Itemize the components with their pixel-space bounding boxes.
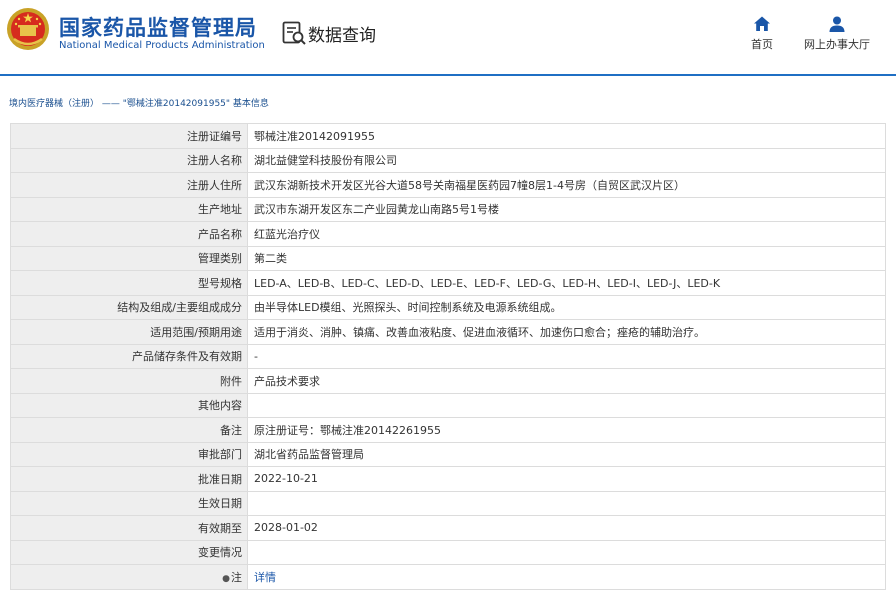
- home-icon: [754, 16, 770, 31]
- detail-row: 批准日期 2022-10-21: [10, 466, 886, 492]
- detail-row: 其他内容: [10, 392, 886, 418]
- detail-row: 生产地址 武汉市东湖开发区东二产业园黄龙山南路5号1号楼: [10, 196, 886, 222]
- field-label: 结构及组成/主要组成成分: [10, 294, 248, 320]
- detail-row: 注册人名称 湖北益健堂科技股份有限公司: [10, 147, 886, 173]
- note-label-cell: ●注: [10, 564, 248, 590]
- details-link[interactable]: 详情: [254, 571, 276, 584]
- detail-row: 结构及组成/主要组成成分 由半导体LED模组、光照探头、时间控制系统及电源系统组成…: [10, 294, 886, 320]
- note-value-cell: 详情: [247, 564, 886, 590]
- detail-row: 审批部门 湖北省药品监督管理局: [10, 441, 886, 467]
- field-value: 适用于消炎、消肿、镇痛、改善血液粘度、促进血液循环、加速伤口愈合；痤疮的辅助治疗…: [247, 319, 886, 345]
- field-label: 型号规格: [10, 270, 248, 296]
- detail-row: 有效期至 2028-01-02: [10, 515, 886, 541]
- field-value: 产品技术要求: [247, 368, 886, 394]
- document-search-icon: [282, 21, 306, 45]
- field-value: [247, 490, 886, 516]
- field-value: 原注册证号：鄂械注准20142261955: [247, 417, 886, 443]
- nav-online-hall-label: 网上办事大厅: [804, 38, 870, 51]
- field-value: 湖北省药品监督管理局: [247, 441, 886, 467]
- field-label: 备注: [10, 417, 248, 443]
- field-label: 适用范围/预期用途: [10, 319, 248, 345]
- field-value: 2028-01-02: [247, 515, 886, 541]
- detail-row: 管理类别 第二类: [10, 245, 886, 271]
- field-label: 产品名称: [10, 221, 248, 247]
- field-value: 由半导体LED模组、光照探头、时间控制系统及电源系统组成。: [247, 294, 886, 320]
- detail-row: 生效日期: [10, 490, 886, 516]
- field-value: 湖北益健堂科技股份有限公司: [247, 147, 886, 173]
- field-value: 鄂械注准20142091955: [247, 123, 886, 149]
- detail-row: 产品储存条件及有效期 -: [10, 343, 886, 369]
- field-value: [247, 392, 886, 418]
- field-label: 变更情况: [10, 539, 248, 565]
- site-title: 国家药品监督管理局: [59, 16, 257, 40]
- section-title: 数据查询: [308, 26, 376, 46]
- nav-home-label: 首页: [751, 38, 773, 51]
- marker-icon: ●: [222, 573, 230, 584]
- breadcrumb: 境内医疗器械（注册） —— "鄂械注准20142091955" 基本信息: [9, 96, 269, 109]
- registration-detail-table: 注册证编号 鄂械注准20142091955 注册人名称 湖北益健堂科技股份有限公司 注册…: [10, 123, 886, 590]
- field-label: 注册证编号: [10, 123, 248, 149]
- detail-row: 注册证编号 鄂械注准20142091955: [10, 123, 886, 149]
- field-label: 生产地址: [10, 196, 248, 222]
- breadcrumb-current: "鄂械注准20142091955" 基本信息: [122, 99, 269, 109]
- field-value: -: [247, 343, 886, 369]
- field-label: 注册人住所: [10, 172, 248, 198]
- field-label: 注册人名称: [10, 147, 248, 173]
- site-subtitle: National Medical Products Administration: [59, 40, 265, 51]
- note-row: ●注 详情: [10, 564, 886, 590]
- breadcrumb-separator: ——: [101, 99, 120, 109]
- field-label: 其他内容: [10, 392, 248, 418]
- field-label: 管理类别: [10, 245, 248, 271]
- detail-row: 变更情况: [10, 539, 886, 565]
- field-label: 批准日期: [10, 466, 248, 492]
- field-value: 第二类: [247, 245, 886, 271]
- detail-row: 附件 产品技术要求: [10, 368, 886, 394]
- nav-home-link[interactable]: 首页: [747, 15, 777, 52]
- field-label: 审批部门: [10, 441, 248, 467]
- field-value: [247, 539, 886, 565]
- field-value: 2022-10-21: [247, 466, 886, 492]
- detail-row: 注册人住所 武汉东湖新技术开发区光谷大道58号关南福星医药园7幢8层1-4号房（自…: [10, 172, 886, 198]
- field-label: 附件: [10, 368, 248, 394]
- detail-row: 产品名称 红蓝光治疗仪: [10, 221, 886, 247]
- user-icon: [829, 16, 845, 32]
- detail-row: 适用范围/预期用途 适用于消炎、消肿、镇痛、改善血液粘度、促进血液循环、加速伤口愈…: [10, 319, 886, 345]
- page-header: 国家药品监督管理局 National Medical Products Admi…: [0, 0, 896, 76]
- nav-online-hall-link[interactable]: 网上办事大厅: [800, 15, 874, 52]
- field-value: 武汉市东湖开发区东二产业园黄龙山南路5号1号楼: [247, 196, 886, 222]
- header-divider: [0, 74, 896, 76]
- field-label: 有效期至: [10, 515, 248, 541]
- detail-row: 型号规格 LED-A、LED-B、LED-C、LED-D、LED-E、LED-F、…: [10, 270, 886, 296]
- national-emblem-icon: [7, 8, 49, 50]
- detail-row: 备注 原注册证号：鄂械注准20142261955: [10, 417, 886, 443]
- field-label: 生效日期: [10, 490, 248, 516]
- field-value: 武汉东湖新技术开发区光谷大道58号关南福星医药园7幢8层1-4号房（自贸区武汉片…: [247, 172, 886, 198]
- field-value: 红蓝光治疗仪: [247, 221, 886, 247]
- note-label: 注: [231, 570, 242, 584]
- breadcrumb-root-link[interactable]: 境内医疗器械（注册）: [9, 99, 99, 109]
- field-value: LED-A、LED-B、LED-C、LED-D、LED-E、LED-F、LED-…: [247, 270, 886, 296]
- field-label: 产品储存条件及有效期: [10, 343, 248, 369]
